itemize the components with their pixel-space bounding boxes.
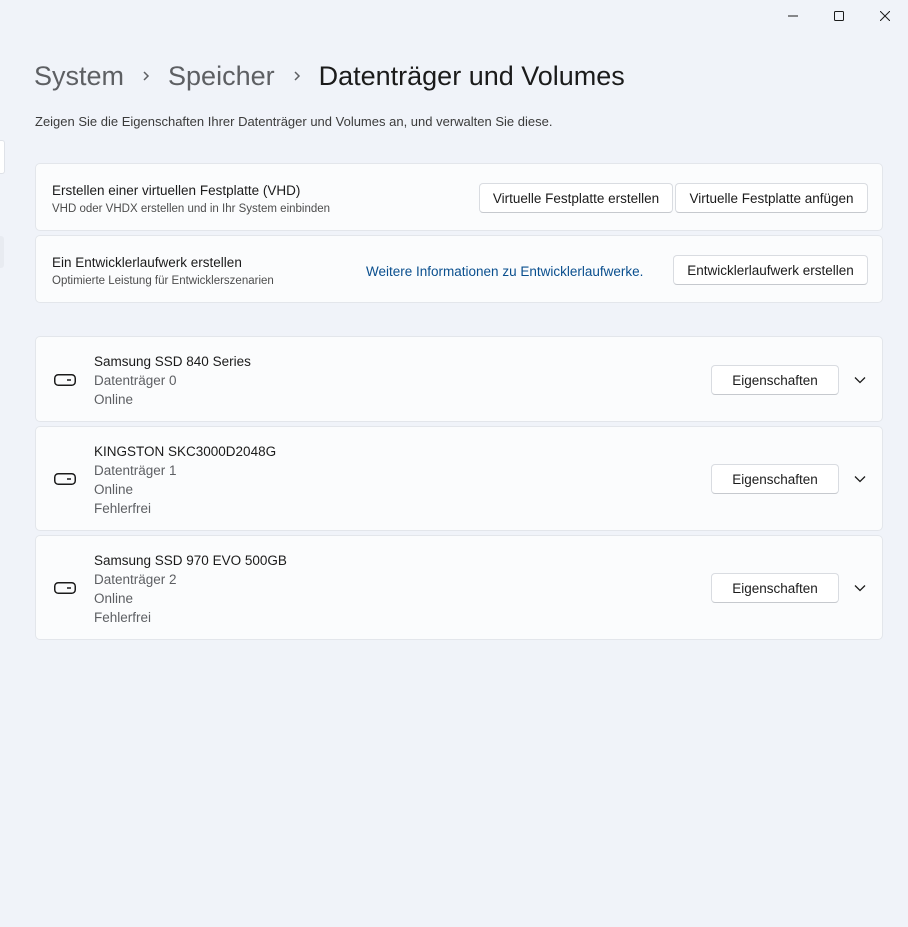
breadcrumb: System Speicher Datenträger und Volumes <box>34 56 625 96</box>
breadcrumb-speicher[interactable]: Speicher <box>168 61 275 92</box>
disk-number: Datenträger 1 <box>94 463 177 478</box>
window-caption-buttons <box>770 0 908 32</box>
drive-icon <box>54 582 76 594</box>
close-icon <box>880 11 890 21</box>
disk-card-1[interactable]: KINGSTON SKC3000D2048G Datenträger 1 Onl… <box>35 426 883 531</box>
disk-card-2[interactable]: Samsung SSD 970 EVO 500GB Datenträger 2 … <box>35 535 883 640</box>
create-dev-drive-button[interactable]: Entwicklerlaufwerk erstellen <box>673 255 868 285</box>
chevron-right-icon <box>132 70 160 82</box>
maximize-button[interactable] <box>816 0 862 32</box>
disk-health: Fehlerfrei <box>94 610 152 625</box>
dev-drive-learn-more-link[interactable]: Weitere Informationen zu Entwicklerlaufw… <box>366 264 643 279</box>
disk-status: Online <box>94 482 134 497</box>
chevron-down-icon[interactable] <box>848 368 872 392</box>
breadcrumb-system[interactable]: System <box>34 61 124 92</box>
disk-card-0[interactable]: Samsung SSD 840 Series Datenträger 0 Onl… <box>35 336 883 422</box>
page-title: Datenträger und Volumes <box>318 60 625 91</box>
drive-icon <box>54 374 76 386</box>
disk-properties-button[interactable]: Eigenschaften <box>711 464 839 494</box>
create-vhd-button[interactable]: Virtuelle Festplatte erstellen <box>479 183 673 213</box>
disk-status: Online <box>94 591 134 606</box>
disk-health: Fehlerfrei <box>94 501 152 516</box>
vhd-card-title: Erstellen einer virtuellen Festplatte (V… <box>52 183 301 198</box>
disk-status: Online <box>94 392 134 407</box>
disk-name: KINGSTON SKC3000D2048G <box>94 444 277 459</box>
page-description: Zeigen Sie die Eigenschaften Ihrer Daten… <box>35 114 553 129</box>
disk-number: Datenträger 2 <box>94 572 177 587</box>
dev-drive-card-subtitle: Optimierte Leistung für Entwicklerszenar… <box>52 275 274 287</box>
nav-item-edge[interactable] <box>0 236 4 268</box>
disk-number: Datenträger 0 <box>94 373 177 388</box>
attach-vhd-button[interactable]: Virtuelle Festplatte anfügen <box>675 183 868 213</box>
dev-drive-card-title: Ein Entwicklerlaufwerk erstellen <box>52 255 242 270</box>
vhd-card-subtitle: VHD oder VHDX erstellen und in Ihr Syste… <box>52 203 331 215</box>
chevron-down-icon[interactable] <box>848 467 872 491</box>
disk-properties-button[interactable]: Eigenschaften <box>711 573 839 603</box>
vhd-card: Erstellen einer virtuellen Festplatte (V… <box>35 163 883 231</box>
disk-name: Samsung SSD 970 EVO 500GB <box>94 553 287 568</box>
disk-properties-button[interactable]: Eigenschaften <box>711 365 839 395</box>
dev-drive-card: Ein Entwicklerlaufwerk erstellen Optimie… <box>35 235 883 303</box>
maximize-icon <box>834 11 844 21</box>
chevron-right-icon <box>283 70 311 82</box>
drive-icon <box>54 473 76 485</box>
chevron-down-icon[interactable] <box>848 576 872 600</box>
nav-search-edge[interactable] <box>0 140 5 174</box>
minimize-icon <box>788 15 798 17</box>
disk-name: Samsung SSD 840 Series <box>94 354 251 369</box>
close-button[interactable] <box>862 0 908 32</box>
minimize-button[interactable] <box>770 0 816 32</box>
